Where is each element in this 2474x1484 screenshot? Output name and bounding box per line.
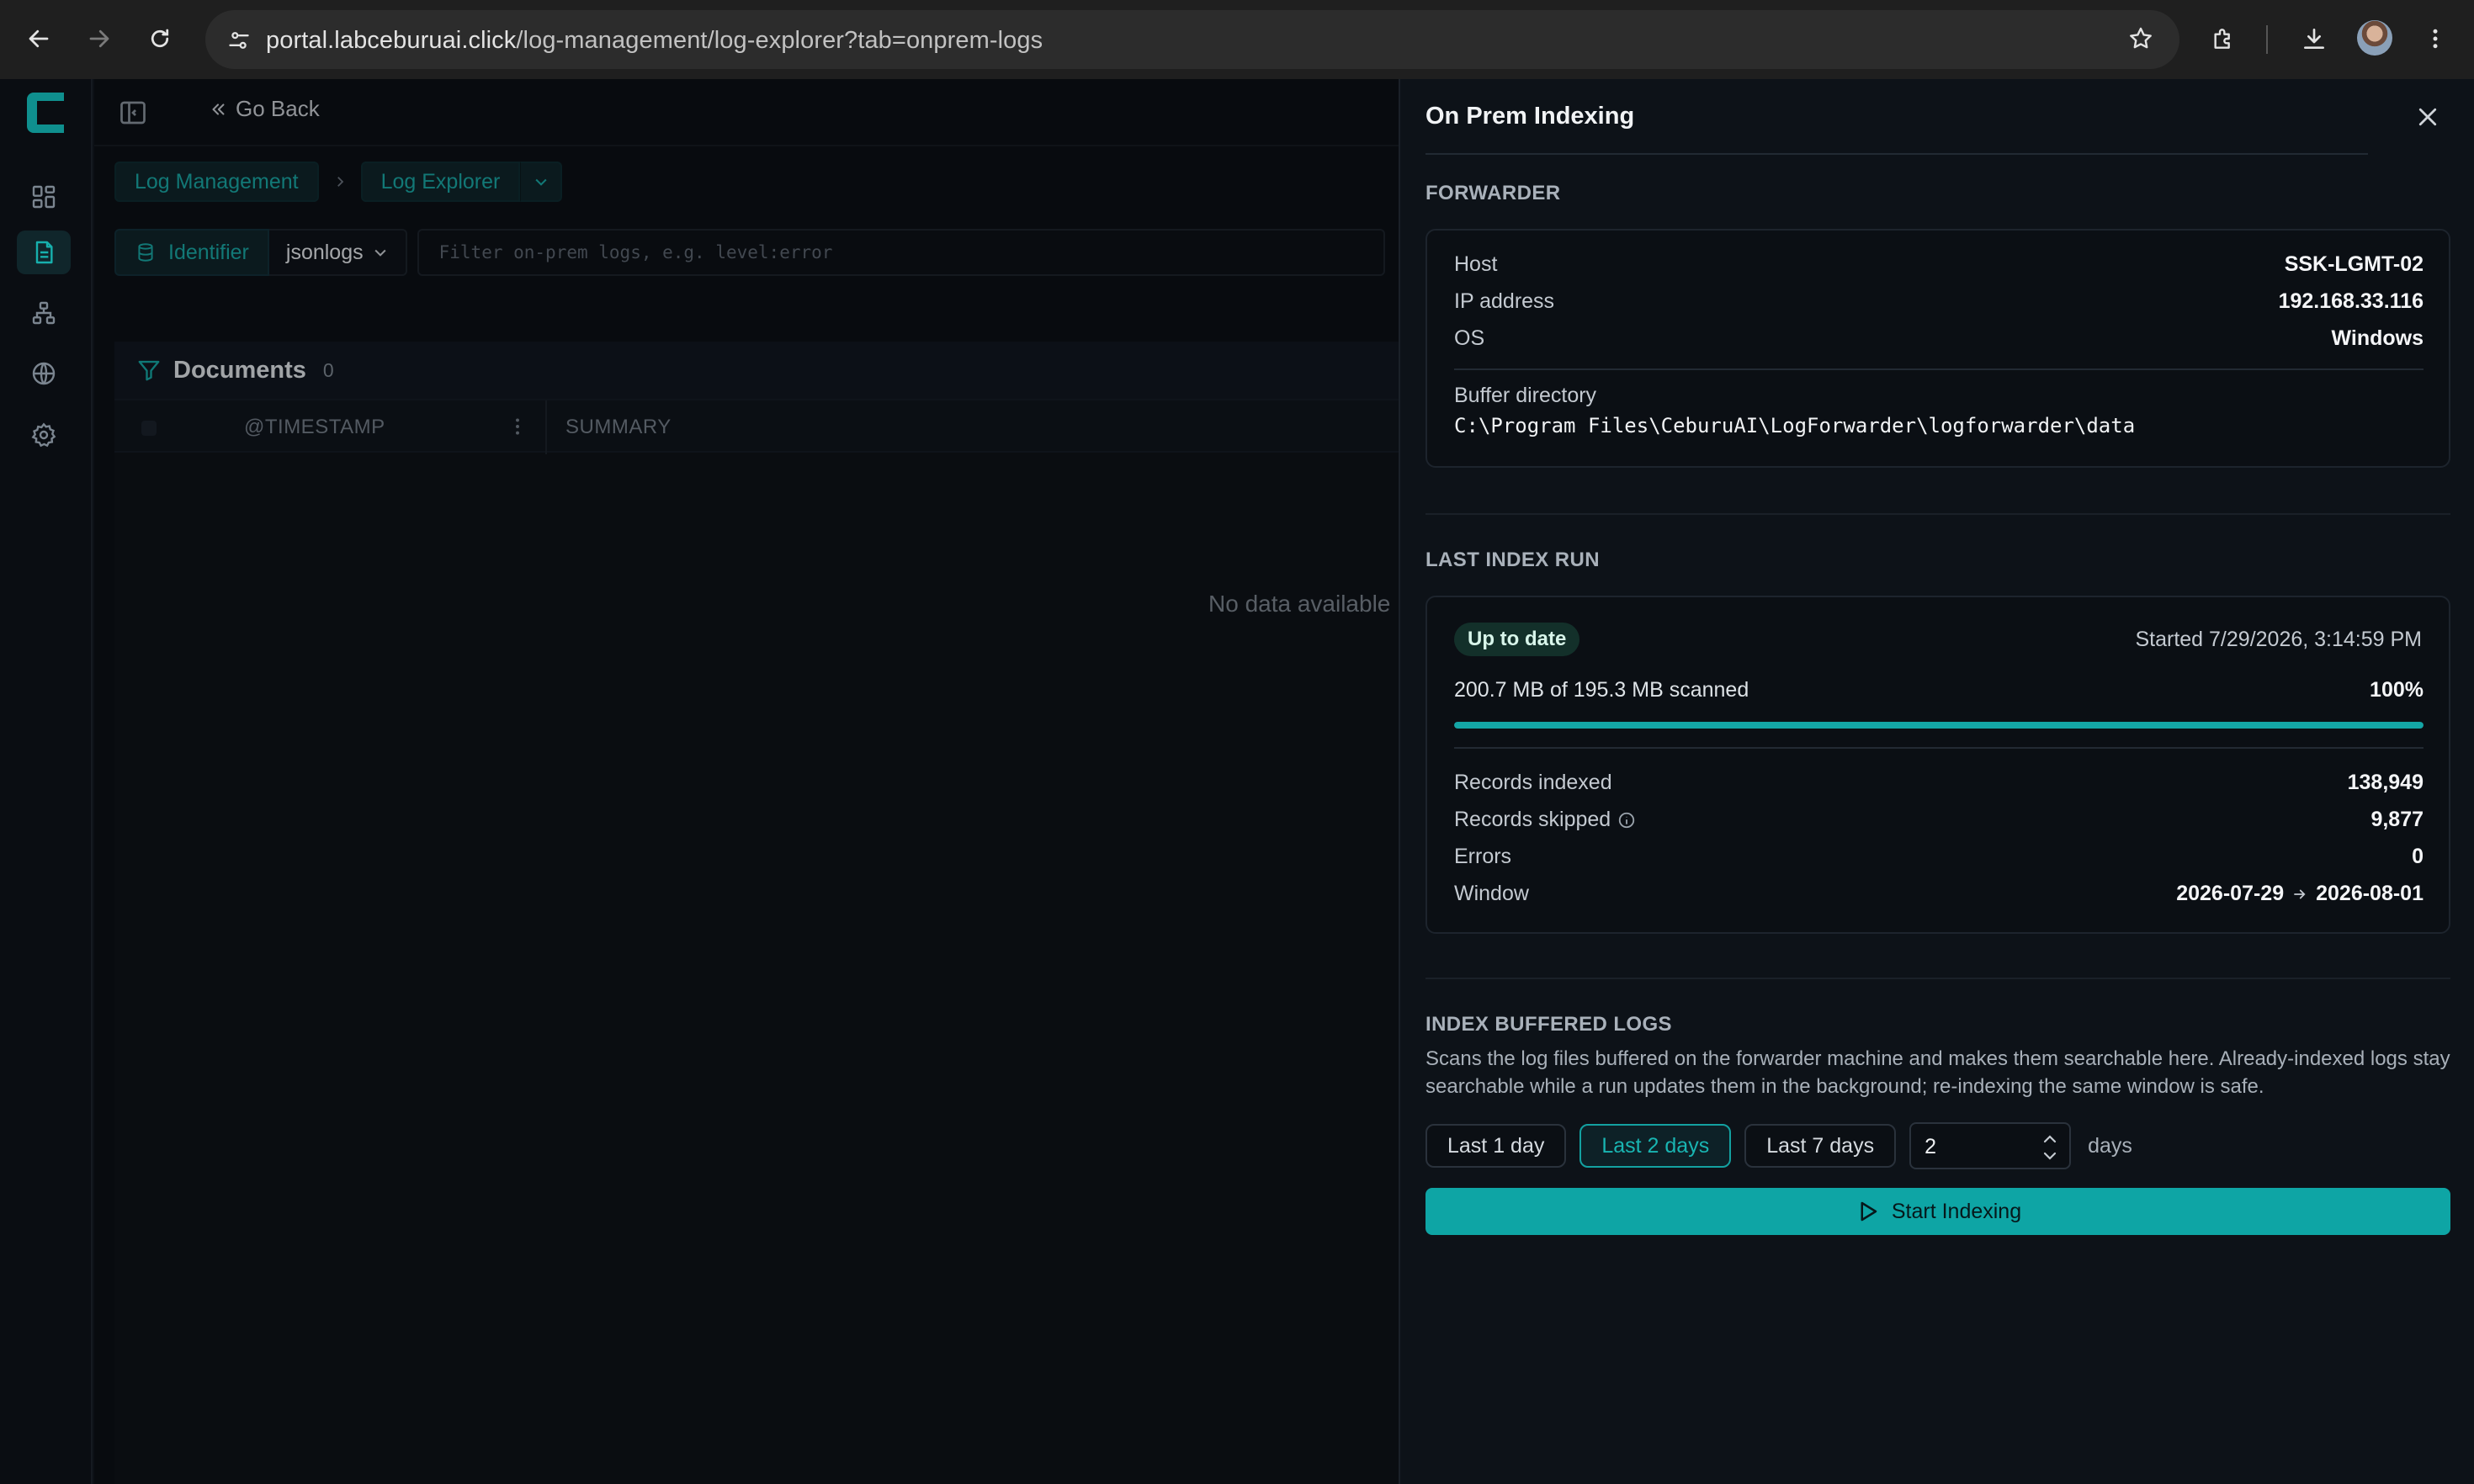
ip-value: 192.168.33.116 bbox=[2278, 289, 2424, 313]
days-number-input[interactable]: 2 bbox=[1909, 1122, 2072, 1169]
more-vertical-icon[interactable] bbox=[2417, 20, 2454, 57]
os-value: Windows bbox=[2331, 326, 2424, 350]
window-label: Window bbox=[1454, 882, 1529, 905]
last-run-divider bbox=[1454, 747, 2424, 749]
errors-label: Errors bbox=[1454, 845, 1512, 868]
scan-progress-bar bbox=[1454, 722, 2424, 729]
buffer-path: C:\Program Files\CeburuAI\LogForwarder\l… bbox=[1454, 414, 2136, 437]
scanned-text: 200.7 MB of 195.3 MB scanned bbox=[1454, 678, 1749, 702]
window-range: 2026-07-29 2026-08-01 bbox=[2176, 882, 2424, 906]
index-buffered-heading: INDEX BUFFERED LOGS bbox=[1425, 1013, 1672, 1036]
browser-toolbar: portal.labceburuai.click/log-management/… bbox=[0, 0, 2474, 79]
os-row: OS Windows bbox=[1454, 326, 2424, 351]
start-indexing-label: Start Indexing bbox=[1891, 1199, 2022, 1223]
buffer-label: Buffer directory bbox=[1454, 384, 1597, 407]
records-indexed-row: Records indexed 138,949 bbox=[1454, 771, 2424, 795]
ip-label: IP address bbox=[1454, 289, 1555, 313]
nav-rail bbox=[0, 79, 93, 1484]
number-stepper-icon[interactable] bbox=[2041, 1131, 2059, 1164]
back-arrow-icon[interactable] bbox=[20, 20, 57, 57]
start-indexing-button[interactable]: Start Indexing bbox=[1425, 1188, 2450, 1235]
drawer-title: On Prem Indexing bbox=[1425, 103, 1635, 130]
scanned-row: 200.7 MB of 195.3 MB scanned 100% bbox=[1454, 678, 2424, 702]
forwarder-card: Host SSK-LGMT-02 IP address 192.168.33.1… bbox=[1425, 229, 2450, 468]
records-skipped-label: Records skipped bbox=[1454, 808, 1611, 831]
records-indexed-label: Records indexed bbox=[1454, 771, 1612, 794]
ceburu-logo[interactable] bbox=[22, 87, 69, 138]
range-last-7-days[interactable]: Last 7 days bbox=[1744, 1124, 1897, 1168]
dashboard-grid-icon[interactable] bbox=[27, 180, 61, 214]
records-indexed-value: 138,949 bbox=[2347, 771, 2424, 794]
address-bar[interactable]: portal.labceburuai.click/log-management/… bbox=[205, 10, 2179, 69]
main-content: Go Back Log Management Log Explorer Iden… bbox=[94, 79, 1493, 1484]
records-skipped-value: 9,877 bbox=[2370, 808, 2424, 831]
host-label: Host bbox=[1454, 252, 1498, 276]
title-divider bbox=[1425, 153, 2368, 155]
toolbar-divider bbox=[2266, 25, 2268, 54]
globe-icon[interactable] bbox=[27, 357, 61, 390]
forwarder-heading: FORWARDER bbox=[1425, 182, 1561, 204]
days-value: 2 bbox=[1925, 1135, 1936, 1158]
reload-icon[interactable] bbox=[141, 20, 178, 57]
logs-document-icon[interactable] bbox=[17, 231, 71, 274]
forwarder-divider bbox=[1454, 368, 2424, 370]
url-text: portal.labceburuai.click/log-management/… bbox=[266, 27, 1043, 54]
window-to: 2026-08-01 bbox=[2316, 882, 2424, 905]
forward-arrow-icon[interactable] bbox=[81, 20, 118, 57]
download-icon[interactable] bbox=[2296, 20, 2333, 57]
bookmark-star-icon[interactable] bbox=[2127, 25, 2154, 52]
play-icon bbox=[1861, 1201, 1877, 1222]
buffer-label-row: Buffer directory bbox=[1454, 384, 2424, 408]
window-row: Window 2026-07-29 2026-08-01 bbox=[1454, 882, 2424, 906]
range-last-1-day[interactable]: Last 1 day bbox=[1425, 1124, 1567, 1168]
status-badge: Up to date bbox=[1454, 623, 1580, 656]
section-divider bbox=[1425, 513, 2450, 515]
started-time: Started 7/29/2026, 3:14:59 PM bbox=[2135, 628, 2422, 651]
records-skipped-label-wrap: Records skipped bbox=[1454, 808, 1636, 832]
range-chips: Last 1 day Last 2 days Last 7 days 2 day… bbox=[1425, 1122, 2132, 1169]
last-run-heading: LAST INDEX RUN bbox=[1425, 549, 1600, 571]
app-root: Go Back Log Management Log Explorer Iden… bbox=[0, 79, 2474, 1484]
days-unit-label: days bbox=[2088, 1133, 2132, 1158]
network-topology-icon[interactable] bbox=[27, 296, 61, 330]
scan-progress-fill bbox=[1454, 722, 2424, 729]
percent-value: 100% bbox=[2370, 678, 2424, 702]
profile-avatar[interactable] bbox=[2357, 20, 2392, 56]
drawer-backdrop[interactable] bbox=[94, 79, 1493, 1484]
last-run-card: Up to date Started 7/29/2026, 3:14:59 PM… bbox=[1425, 596, 2450, 934]
close-icon[interactable] bbox=[2413, 103, 2442, 131]
records-skipped-row: Records skipped 9,877 bbox=[1454, 808, 2424, 832]
info-icon[interactable] bbox=[1617, 811, 1636, 829]
host-row: Host SSK-LGMT-02 bbox=[1454, 252, 2424, 277]
on-prem-indexing-drawer: On Prem Indexing FORWARDER Host SSK-LGMT… bbox=[1399, 79, 2474, 1484]
os-label: OS bbox=[1454, 326, 1485, 350]
section-divider bbox=[1425, 978, 2450, 979]
ip-row: IP address 192.168.33.116 bbox=[1454, 289, 2424, 314]
site-settings-icon[interactable] bbox=[227, 29, 251, 52]
window-from: 2026-07-29 bbox=[2176, 882, 2285, 905]
errors-value: 0 bbox=[2412, 845, 2424, 868]
arrow-right-icon bbox=[2294, 889, 2306, 898]
extensions-icon[interactable] bbox=[2205, 20, 2242, 57]
index-description: Scans the log files buffered on the forw… bbox=[1425, 1047, 2450, 1098]
settings-gear-icon[interactable] bbox=[27, 418, 61, 452]
errors-row: Errors 0 bbox=[1454, 845, 2424, 869]
range-last-2-days[interactable]: Last 2 days bbox=[1579, 1124, 1732, 1168]
host-value: SSK-LGMT-02 bbox=[2284, 252, 2424, 276]
